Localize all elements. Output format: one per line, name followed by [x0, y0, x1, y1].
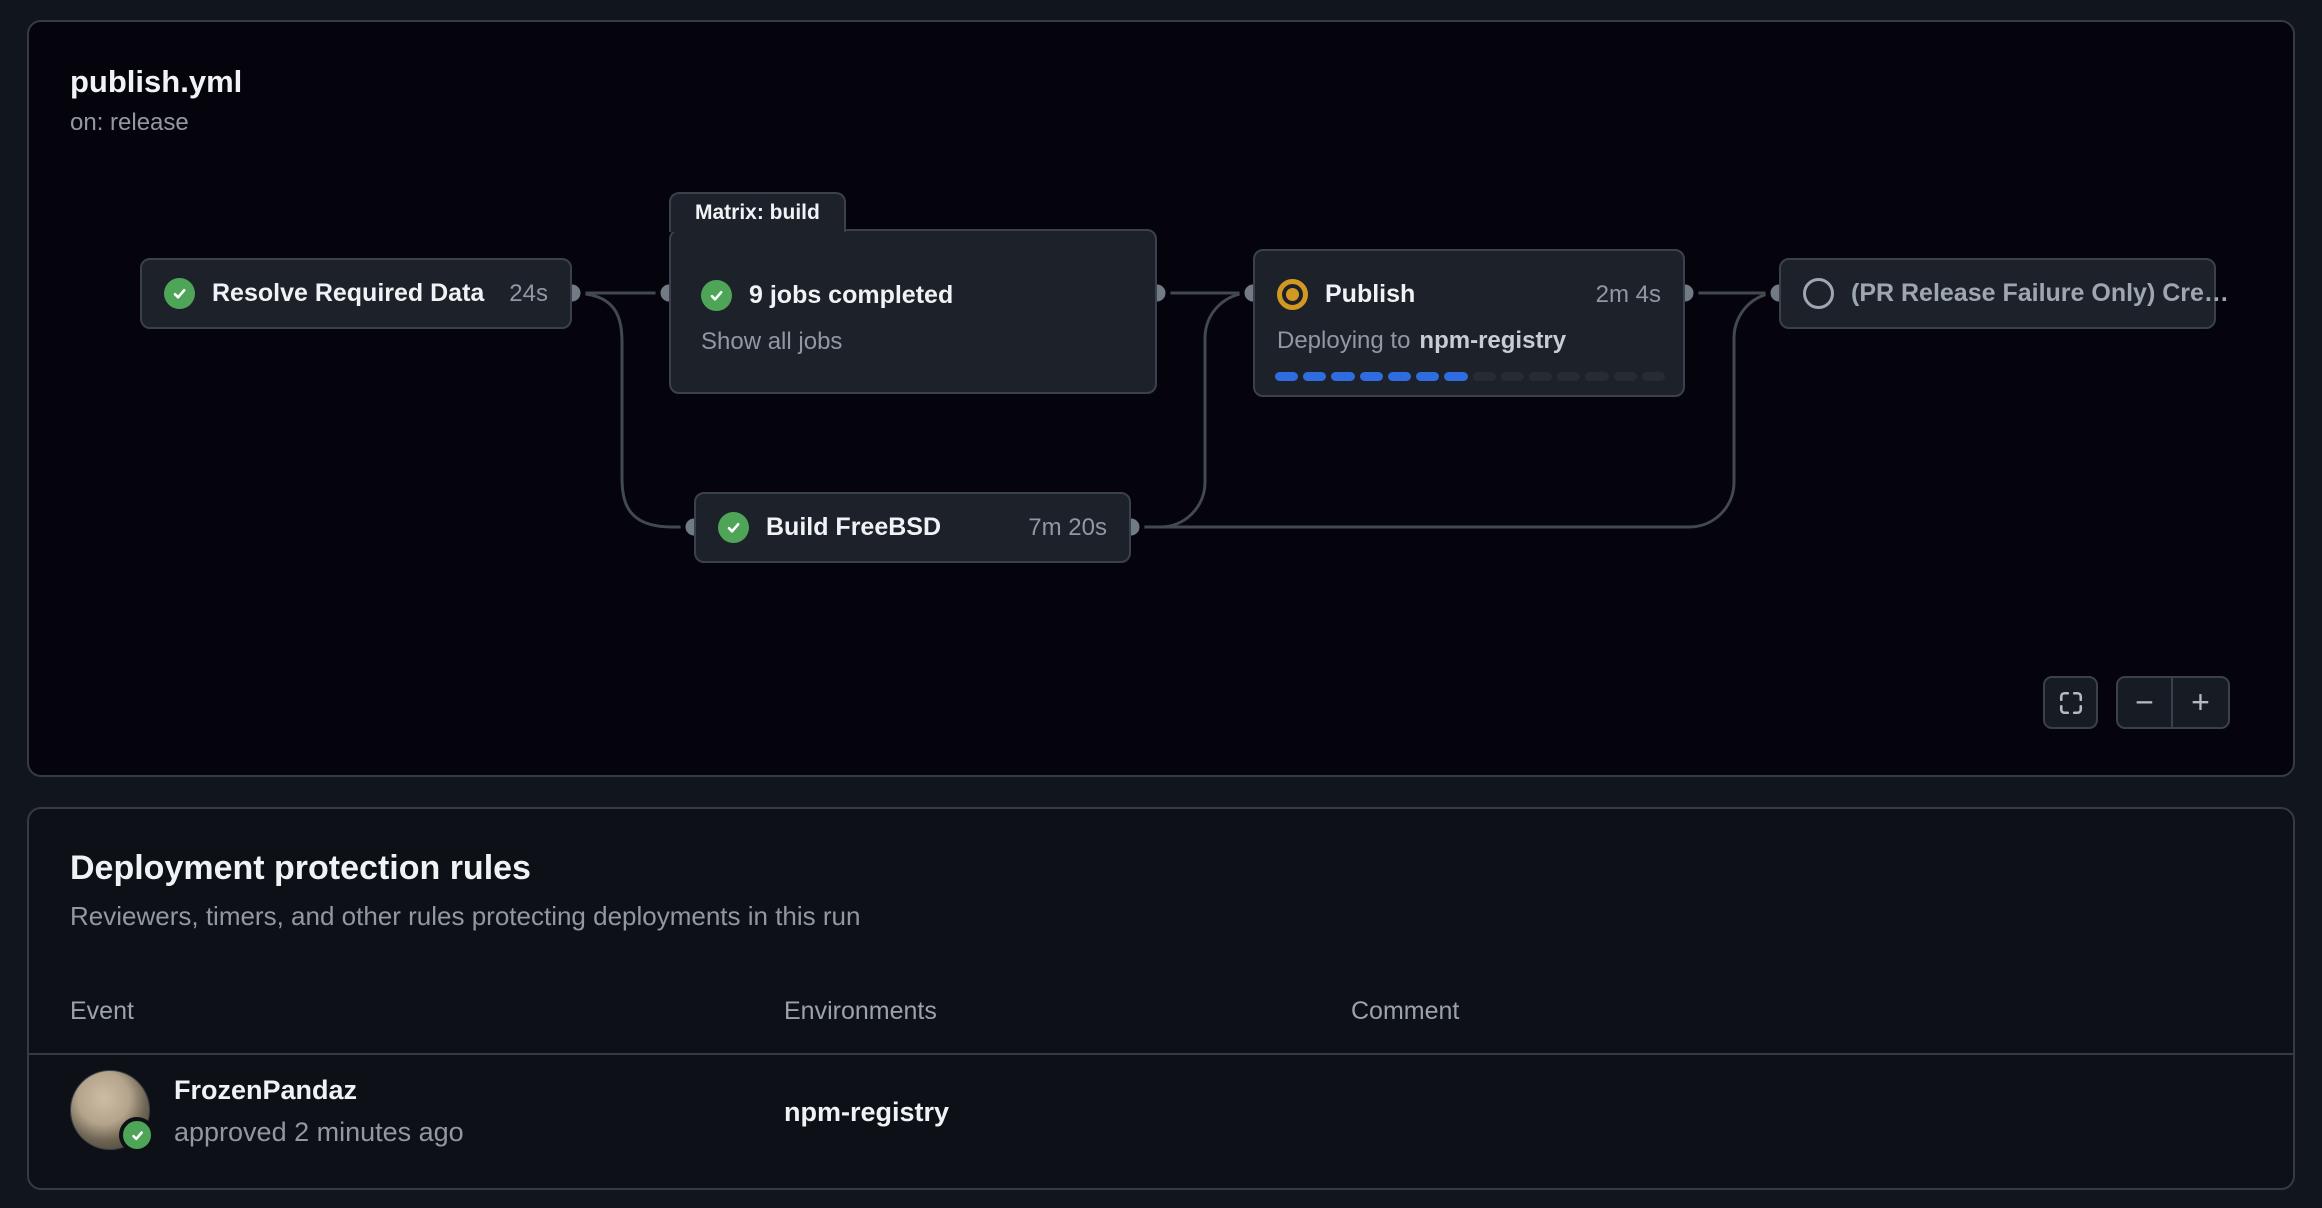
deploy-progress-bar	[1275, 372, 1665, 381]
job-node-resolve-required-data[interactable]: Resolve Required Data 24s	[140, 258, 572, 329]
progress-segment-filled	[1444, 372, 1467, 381]
zoom-out-button[interactable]: −	[2118, 678, 2173, 727]
progress-segment-empty	[1501, 372, 1524, 381]
matrix-group-label: Matrix: build	[695, 201, 820, 225]
zoom-control-group: − +	[2116, 676, 2230, 729]
job-duration: 24s	[509, 280, 548, 308]
avatar	[70, 1070, 150, 1150]
column-header-environments: Environments	[784, 997, 937, 1026]
workflow-trigger: on: release	[70, 109, 242, 137]
workflow-file-name: publish.yml	[70, 64, 242, 100]
deploy-prefix: Deploying to	[1277, 327, 1410, 355]
job-node-pr-release-failure[interactable]: (PR Release Failure Only) Cre…	[1779, 258, 2216, 329]
workflow-graph-edges	[29, 22, 2297, 779]
progress-segment-filled	[1360, 372, 1383, 381]
table-header-divider	[29, 1053, 2293, 1055]
approval-status-text: approved 2 minutes ago	[174, 1117, 464, 1148]
progress-segment-empty	[1473, 372, 1496, 381]
check-circle-icon	[701, 280, 732, 311]
column-header-event: Event	[70, 997, 134, 1026]
job-name: Resolve Required Data	[212, 279, 484, 308]
progress-segment-filled	[1388, 372, 1411, 381]
deploy-status-line: Deploying to npm-registry	[1255, 327, 1683, 355]
fullscreen-button[interactable]	[2043, 676, 2098, 729]
column-header-comment: Comment	[1351, 997, 1459, 1026]
progress-segment-filled	[1303, 372, 1326, 381]
job-node-matrix-build[interactable]: 9 jobs completed Show all jobs	[669, 229, 1157, 394]
progress-segment-empty	[1614, 372, 1637, 381]
progress-segment-filled	[1275, 372, 1298, 381]
deploy-environment: npm-registry	[1419, 327, 1566, 355]
progress-segment-empty	[1642, 372, 1665, 381]
job-node-build-freebsd[interactable]: Build FreeBSD 7m 20s	[694, 492, 1131, 563]
approver-username: FrozenPandaz	[174, 1075, 357, 1106]
graph-controls: − +	[2043, 676, 2230, 729]
job-name: Publish	[1325, 280, 1415, 309]
pending-circle-icon	[1803, 278, 1834, 309]
progress-segment-empty	[1585, 372, 1608, 381]
job-node-publish[interactable]: Publish 2m 4s Deploying to npm-registry	[1253, 249, 1685, 397]
matrix-group-tab: Matrix: build	[669, 192, 846, 232]
job-duration: 2m 4s	[1596, 281, 1661, 309]
progress-segment-empty	[1529, 372, 1552, 381]
deployment-protection-panel: Deployment protection rules Reviewers, t…	[27, 807, 2295, 1190]
panel-title: Deployment protection rules	[70, 849, 531, 888]
job-name: Build FreeBSD	[766, 513, 941, 542]
in-progress-icon	[1277, 279, 1308, 310]
job-duration: 7m 20s	[1028, 514, 1107, 542]
progress-segment-empty	[1557, 372, 1580, 381]
workflow-graph-panel: publish.yml on: release	[27, 20, 2295, 777]
panel-subtitle: Reviewers, timers, and other rules prote…	[70, 901, 860, 932]
workflow-header: publish.yml on: release	[70, 64, 242, 137]
screen-full-icon	[2058, 690, 2084, 716]
environment-name: npm-registry	[784, 1097, 949, 1128]
approved-check-badge-icon	[119, 1117, 155, 1153]
check-circle-icon	[718, 512, 749, 543]
actions-run-page: publish.yml on: release	[0, 0, 2322, 1208]
job-name: (PR Release Failure Only) Cre…	[1851, 279, 2229, 308]
zoom-in-button[interactable]: +	[2173, 678, 2228, 727]
progress-segment-filled	[1331, 372, 1354, 381]
check-circle-icon	[164, 278, 195, 309]
progress-segment-filled	[1416, 372, 1439, 381]
show-all-jobs-link[interactable]: Show all jobs	[701, 328, 842, 356]
matrix-summary: 9 jobs completed	[749, 281, 953, 310]
